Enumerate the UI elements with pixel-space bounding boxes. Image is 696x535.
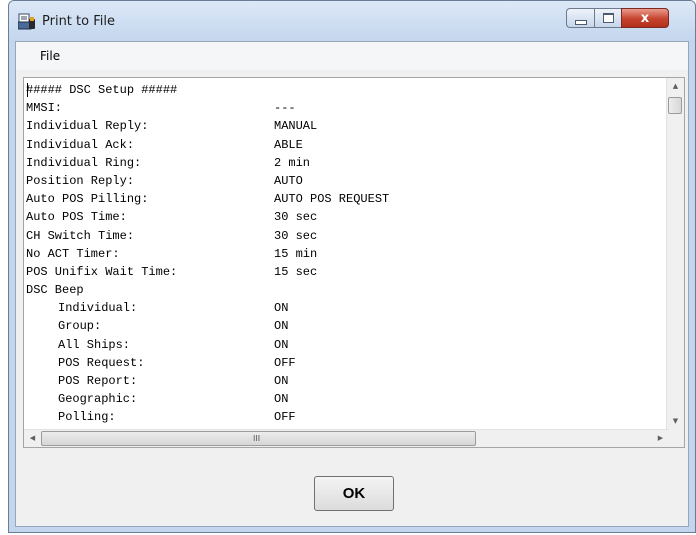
report-line-key: Individual Ack: <box>26 137 135 152</box>
report-line-value: AUTO POS REQUEST <box>274 192 390 207</box>
report-line-value: OFF <box>274 410 296 425</box>
report-line-key: All Ships: <box>58 337 131 352</box>
report-line-key: ##### DSC Setup ##### <box>26 83 178 97</box>
horizontal-scrollbar[interactable]: ◀ III ▶ <box>24 429 669 447</box>
report-line: Individual Ack: ABLE <box>26 136 656 154</box>
report-line: Individual Ring: 2 min <box>26 154 656 172</box>
report-line: Individual: ON <box>26 299 656 317</box>
report-line: POS Request: OFF <box>26 354 656 372</box>
report-line: DSC Beep <box>26 281 656 299</box>
report-line: Polling: OFF <box>26 408 656 426</box>
report-line: Auto POS Pilling: AUTO POS REQUEST <box>26 190 656 208</box>
report-line-value: 30 sec <box>274 228 318 243</box>
close-icon: x <box>640 10 650 26</box>
minimize-button[interactable] <box>566 8 594 28</box>
report-line: Individual Reply: MANUAL <box>26 117 656 135</box>
arrow-left-icon[interactable]: ◀ <box>24 430 41 447</box>
report-line: All Ships: ON <box>26 336 656 354</box>
report-line-key: CH Switch Time: <box>26 228 135 243</box>
maximize-button[interactable] <box>594 8 621 28</box>
menu-bar: File <box>16 42 688 70</box>
report-line-value: ON <box>274 337 289 352</box>
report-line-key: Geographic: <box>58 392 138 407</box>
report-line-key: Auto POS Pilling: <box>26 192 149 207</box>
dialog-client-area: File ##### DSC Setup ##### MMSI: --- Indivi… <box>15 41 689 527</box>
report-line: MMSI: --- <box>26 99 656 117</box>
report-line-value: ON <box>274 374 289 388</box>
report-line-value: 2 min <box>274 155 311 170</box>
report-line-key: POS Unifix Wait Time: <box>26 264 178 279</box>
report-text-area[interactable]: ##### DSC Setup ##### MMSI: --- Individual … <box>23 77 685 448</box>
report-line-key: POS Report: <box>58 374 138 388</box>
report-line: Auto POS Time: 30 sec <box>26 208 656 226</box>
vertical-scrollbar[interactable]: ▲ ▼ <box>666 78 684 430</box>
report-line-value: 30 sec <box>274 210 318 225</box>
report-line-key: MMSI: <box>26 101 63 116</box>
report-line-key: Position Reply: <box>26 173 135 188</box>
report-line: POS Report: ON <box>26 372 656 390</box>
arrow-up-icon[interactable]: ▲ <box>667 78 684 95</box>
print-to-file-window: Print to File x File ##### DSC Setup ###… <box>8 0 696 533</box>
menu-file[interactable]: File <box>40 49 60 63</box>
report-line: No ACT Timer: 15 min <box>26 245 656 263</box>
report-line-key: Polling: <box>58 410 116 425</box>
maximize-icon <box>602 13 614 23</box>
report-line-value: MANUAL <box>274 119 318 134</box>
report-line-value: 15 min <box>274 246 318 261</box>
report-line-key: Auto POS Time: <box>26 210 127 225</box>
report-line: Geographic: ON <box>26 390 656 408</box>
report-line-value: AUTO <box>274 173 303 188</box>
vertical-scroll-thumb[interactable] <box>668 97 682 114</box>
report-line-value: ON <box>274 392 289 407</box>
report-line: Group: ON <box>26 317 656 335</box>
report-line-value: --- <box>274 101 296 116</box>
report-line-key: Individual Ring: <box>26 155 142 170</box>
report-line: ##### DSC Setup ##### <box>26 81 656 99</box>
report-line-value: ON <box>274 301 289 316</box>
ok-button[interactable]: OK <box>314 476 394 511</box>
arrow-down-icon[interactable]: ▼ <box>667 413 684 430</box>
report-line-key: Individual Reply: <box>26 119 149 134</box>
window-title: Print to File <box>42 14 115 29</box>
report-lines: ##### DSC Setup ##### MMSI: --- Individual … <box>26 81 656 445</box>
report-line: POS Unifix Wait Time: 15 sec <box>26 263 656 281</box>
report-line-key: No ACT Timer: <box>26 246 120 261</box>
report-line: CH Switch Time: 30 sec <box>26 227 656 245</box>
report-line-value: ABLE <box>274 137 303 152</box>
report-line-value: OFF <box>274 355 296 370</box>
report-line-key: DSC Beep <box>26 283 84 298</box>
close-button[interactable]: x <box>621 8 669 28</box>
report-line-value: ON <box>274 319 289 334</box>
printer-file-icon <box>18 13 35 30</box>
report-line-key: POS Request: <box>58 355 145 370</box>
report-line-key: Individual: <box>58 301 138 316</box>
report-line-key: Group: <box>58 319 102 334</box>
scrollbar-corner <box>667 430 684 447</box>
scroll-grip: III <box>253 434 261 443</box>
title-bar[interactable]: Print to File x <box>9 1 695 41</box>
horizontal-scroll-thumb[interactable]: III <box>41 431 476 446</box>
minimize-icon <box>574 19 587 25</box>
report-line-value: 15 sec <box>274 264 318 279</box>
report-line: Position Reply: AUTO <box>26 172 656 190</box>
